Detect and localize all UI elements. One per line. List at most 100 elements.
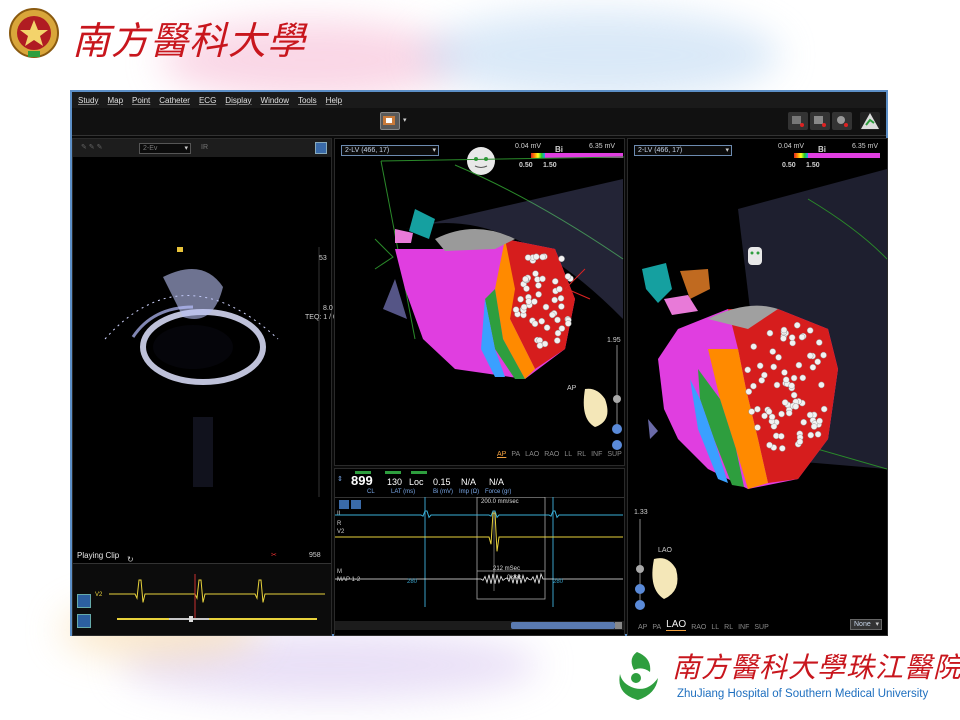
- ablation-point: [552, 278, 559, 285]
- view-sup[interactable]: SUP: [754, 624, 768, 631]
- loop-button[interactable]: [77, 614, 91, 628]
- view-ll[interactable]: LL: [711, 624, 719, 631]
- overlay-dropdown[interactable]: None: [850, 619, 882, 630]
- view-rl[interactable]: RL: [577, 451, 586, 458]
- menu-study[interactable]: Study: [78, 96, 98, 105]
- ablation-point: [799, 374, 807, 382]
- scrollbar-thumb[interactable]: [511, 622, 615, 629]
- scissors-icon[interactable]: ✂: [271, 551, 277, 559]
- ablation-point: [512, 306, 520, 313]
- ablation-point: [754, 405, 761, 413]
- decor-wash: [420, 10, 780, 100]
- orientation-label: LAO: [658, 547, 673, 554]
- ablation-point: [745, 388, 753, 395]
- menu-catheter[interactable]: Catheter: [159, 96, 190, 105]
- ablation-point: [788, 334, 796, 341]
- tag-tool-button[interactable]: [832, 112, 852, 130]
- ablation-point: [758, 377, 765, 384]
- point-icon: [814, 116, 826, 127]
- ultrasound-image: [93, 247, 320, 497]
- lead-label: V2: [95, 592, 103, 598]
- view-rl[interactable]: RL: [724, 624, 733, 631]
- ultrasound-view-dropdown[interactable]: 2-Ev: [139, 143, 191, 154]
- lat-label: LAT (ms): [391, 489, 416, 495]
- menu-point[interactable]: Point: [132, 96, 150, 105]
- chevron-down-icon[interactable]: ▾: [403, 116, 407, 124]
- ablation-point: [809, 364, 817, 371]
- menu-window[interactable]: Window: [261, 96, 289, 105]
- ecg-traces: [335, 497, 623, 607]
- force-label: Force (gr): [485, 489, 512, 495]
- scroll-right-arrow[interactable]: [615, 622, 622, 629]
- loc-label: Loc: [409, 477, 424, 487]
- catheter-icon: [792, 116, 804, 127]
- ablation-point: [535, 282, 542, 289]
- cycle-length-value: 899: [351, 473, 373, 488]
- ablation-point: [756, 362, 764, 370]
- ablation-point: [520, 303, 528, 311]
- view-lao[interactable]: LAO: [666, 619, 687, 631]
- ablation-point: [564, 273, 572, 280]
- ablation-point: [750, 343, 757, 350]
- ablation-point: [782, 376, 790, 384]
- ablation-point: [556, 285, 563, 293]
- view-pa[interactable]: PA: [652, 624, 661, 631]
- view-ap[interactable]: AP: [638, 624, 647, 631]
- ablation-point: [806, 327, 814, 334]
- hospital-name: 南方醫科大學珠江醫院: [672, 651, 960, 684]
- view-inf[interactable]: INF: [738, 624, 749, 631]
- bipolar-value: 0.15: [433, 477, 451, 487]
- ablation-point: [781, 369, 788, 376]
- ultrasound-tool-icons[interactable]: ✎ ✎ ✎: [81, 143, 103, 151]
- view-rao[interactable]: RAO: [544, 451, 559, 458]
- status-bar-lat: [385, 471, 401, 474]
- carto-application-window: Study Map Point Catheter ECG Display Win…: [70, 90, 888, 636]
- ablation-point: [517, 296, 524, 303]
- expand-arrows-icon[interactable]: ⇕: [337, 475, 343, 483]
- view-ll[interactable]: LL: [564, 451, 572, 458]
- view-inf[interactable]: INF: [591, 451, 602, 458]
- ablation-point: [539, 275, 546, 283]
- menu-display[interactable]: Display: [225, 96, 251, 105]
- menu-help[interactable]: Help: [326, 96, 342, 105]
- ablation-point: [814, 431, 822, 438]
- ablation-point: [551, 296, 558, 304]
- depth-value: 53: [319, 255, 327, 262]
- view-sup[interactable]: SUP: [607, 451, 621, 458]
- clip-tool-button[interactable]: [77, 594, 91, 608]
- expand-button[interactable]: [315, 142, 327, 154]
- menu-tools[interactable]: Tools: [298, 96, 317, 105]
- ablation-point: [773, 381, 781, 389]
- ablation-point: [785, 409, 793, 417]
- clip-ecg-trace: [109, 574, 325, 622]
- ablation-point: [531, 320, 539, 328]
- ablation-point: [790, 374, 798, 382]
- ablation-point: [779, 445, 786, 452]
- menu-ecg[interactable]: ECG: [199, 96, 216, 105]
- ablation-point: [796, 438, 804, 445]
- view-lao[interactable]: LAO: [525, 451, 539, 458]
- lat-value: 130: [387, 477, 403, 487]
- status-indicator-button[interactable]: [860, 112, 880, 130]
- point-tool-button[interactable]: [810, 112, 830, 130]
- ecg-scrollbar[interactable]: [335, 621, 624, 630]
- tag-icon: [837, 116, 848, 127]
- hospital-name-english: ZhuJiang Hospital of Southern Medical Un…: [677, 688, 929, 700]
- ablation-point: [754, 424, 761, 431]
- ablation-point: [542, 303, 550, 311]
- page-title: 南方醫科大學: [72, 19, 307, 63]
- view-rao[interactable]: RAO: [691, 624, 706, 631]
- ablation-point: [798, 333, 806, 341]
- ablation-point: [750, 382, 757, 390]
- catheter-tool-button[interactable]: [788, 112, 808, 130]
- playing-clip-label: Playing Clip: [77, 551, 120, 560]
- view-ap[interactable]: AP: [497, 451, 506, 458]
- menu-map[interactable]: Map: [107, 96, 123, 105]
- record-tool-button[interactable]: [380, 112, 400, 130]
- ablation-point: [532, 270, 539, 277]
- ablation-point: [558, 325, 566, 332]
- ablation-point: [535, 291, 542, 298]
- ecg-panel: ⇕ 899 CL 130 LAT (ms) Loc 0.15 Bi (mV) N…: [334, 468, 625, 636]
- view-pa[interactable]: PA: [511, 451, 520, 458]
- electroanatomic-map-lao: [635, 169, 887, 610]
